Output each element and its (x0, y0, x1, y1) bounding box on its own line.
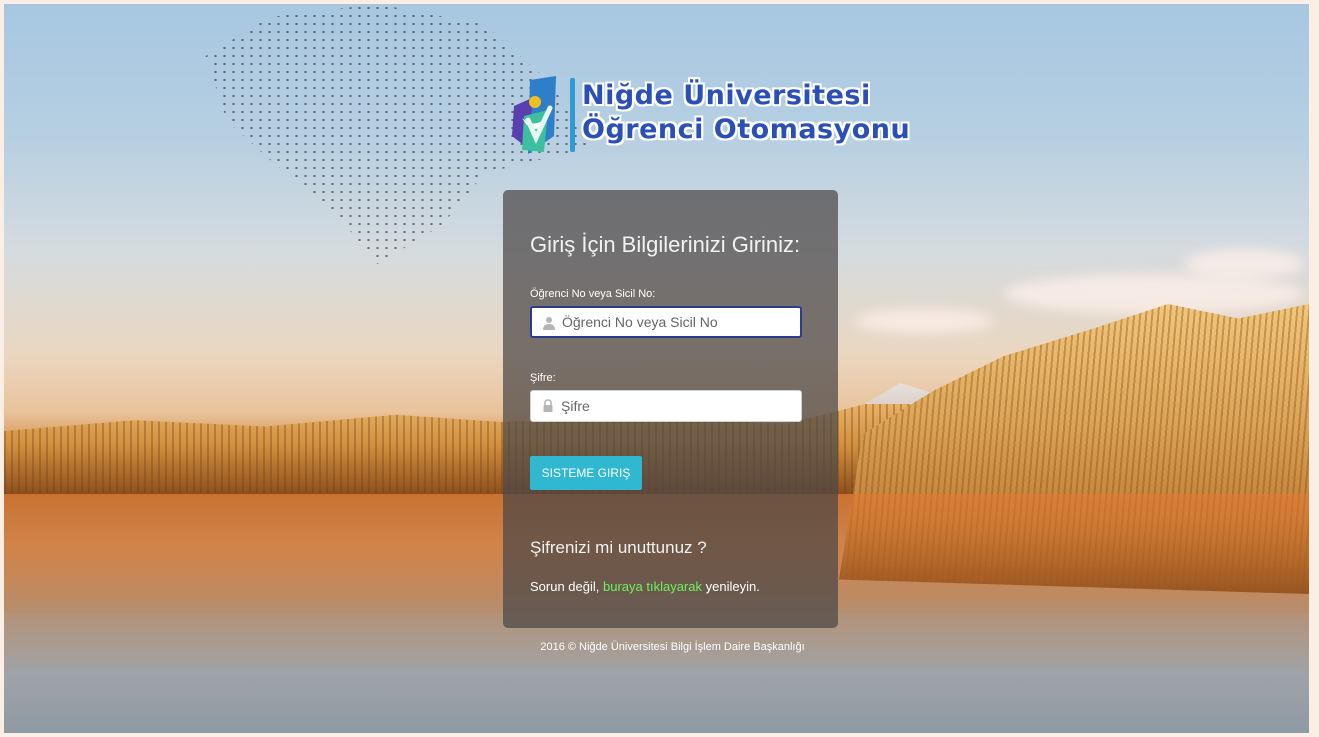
university-logo: Niğde Üniversitesi Öğrenci Otomasyonu (508, 76, 910, 158)
cloud (1004, 274, 1304, 314)
password-field[interactable] (530, 390, 802, 422)
cloud (854, 309, 994, 333)
login-form: Giriş İçin Bilgilerinizi Giriniz: Öğrenc… (503, 190, 838, 628)
lock-icon (543, 399, 553, 412)
password-label: Şifre: (530, 372, 556, 384)
reset-password-link[interactable]: buraya tıklayarak (603, 579, 702, 594)
forgot-suffix: yenileyin. (702, 579, 760, 594)
forgot-password-text: Sorun değil, buraya tıklayarak yenileyin… (530, 579, 760, 594)
username-label: Öğrenci No veya Sicil No: (530, 288, 656, 300)
cloud (1184, 249, 1304, 279)
forgot-password-title: Şifrenizi mi unuttunuz ? (530, 538, 707, 557)
logo-subtitle: Öğrenci Otomasyonu (582, 114, 911, 145)
logo-divider (570, 78, 575, 152)
user-icon (543, 317, 555, 330)
login-submit-button[interactable]: SISTEME GIRIŞ (530, 456, 642, 490)
password-input[interactable] (561, 391, 791, 421)
university-emblem-icon (512, 76, 556, 154)
username-input[interactable] (562, 308, 792, 336)
login-heading: Giriş İçin Bilgilerinizi Giriniz: (530, 232, 801, 257)
logo-title: Niğde Üniversitesi (582, 80, 871, 111)
forgot-prefix: Sorun değil, (530, 579, 603, 594)
username-field[interactable] (530, 306, 802, 338)
footer-copyright: 2016 © Niğde Üniversitesi Bilgi İşlem Da… (540, 641, 805, 653)
